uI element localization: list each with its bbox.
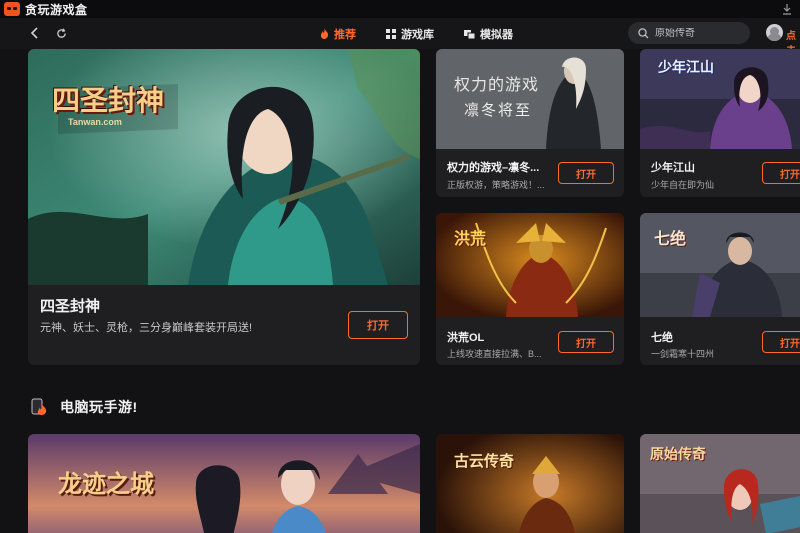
gamepad-icon [464, 29, 475, 39]
game-card-art-title: 龙迹之城 [58, 469, 154, 498]
featured-game-title: 四圣封神 [40, 298, 101, 315]
game-card[interactable]: 七绝 七绝 一剑霜寒十四州 打开 [640, 213, 800, 365]
featured-game-card[interactable]: 四圣封神 Tanwan.com 四圣封神 元神、妖士、灵枪，三分身巅峰套装开局送… [28, 49, 420, 365]
download-icon[interactable] [782, 3, 792, 15]
tab-label: 游戏库 [401, 28, 434, 41]
grid-icon [386, 28, 396, 39]
game-card-art-title: 七绝 [654, 229, 687, 248]
avatar[interactable] [766, 24, 783, 41]
fire-icon [320, 28, 329, 39]
refresh-icon [56, 27, 66, 38]
game-card-desc: 上线攻速直接拉满、B... [447, 349, 542, 359]
app-title: 贪玩游戏盒 [25, 2, 88, 17]
title-bar: 贪玩游戏盒 [0, 0, 800, 18]
game-card-art: 洪荒 [436, 213, 624, 317]
game-card-desc: 一剑霜寒十四州 [651, 349, 715, 359]
open-button[interactable]: 打开 [762, 331, 800, 353]
tab-recommend[interactable]: 推荐 [320, 26, 356, 42]
game-card-title: 洪荒OL [447, 332, 485, 344]
game-card[interactable]: 少年江山 少年江山 少年自在即为仙 打开 [640, 49, 800, 197]
open-button[interactable]: 打开 [558, 331, 614, 353]
game-card[interactable]: 龙迹之城 [28, 434, 420, 533]
game-card-desc: 少年自在即为仙 [651, 180, 715, 190]
phone-fire-icon [31, 398, 47, 415]
game-card-title: 权力的游戏–凛冬... [447, 162, 540, 174]
game-card-art-title: 少年江山 [658, 60, 714, 76]
game-card[interactable]: 原始传奇 [640, 434, 800, 533]
tab-emulator[interactable]: 模拟器 [464, 26, 513, 42]
search-icon [638, 27, 649, 38]
section-title: 电脑玩手游! [60, 399, 138, 415]
game-card-art-title: 洪荒 [454, 229, 487, 248]
game-card[interactable]: 古云传奇 [436, 434, 624, 533]
game-card-art: 权力的游戏 凛冬将至 [436, 49, 624, 149]
game-card-title: 少年江山 [651, 162, 695, 174]
game-card-art-title: 古云传奇 [454, 452, 515, 470]
game-card-art: 少年江山 [640, 49, 800, 149]
game-card-illustration [436, 434, 624, 533]
tab-label: 模拟器 [480, 28, 513, 41]
open-button[interactable]: 打开 [762, 162, 800, 184]
search-box[interactable] [628, 22, 750, 44]
featured-art-title: 四圣封神 [52, 84, 165, 117]
featured-game-desc: 元神、妖士、灵枪，三分身巅峰套装开局送! [40, 322, 253, 334]
search-input[interactable] [655, 27, 743, 39]
tab-label: 推荐 [334, 28, 356, 41]
app-logo [4, 2, 20, 16]
game-card-desc: 正版权游，策略游戏！... [447, 180, 545, 190]
chevron-left-icon [30, 27, 38, 39]
main-content: 四圣封神 Tanwan.com 四圣封神 元神、妖士、灵枪，三分身巅峰套装开局送… [0, 49, 800, 533]
game-card[interactable]: 洪荒 洪荒OL 上线攻速直接拉满、B... 打开 [436, 213, 624, 365]
featured-game-art: 四圣封神 Tanwan.com [28, 49, 420, 285]
section-header: 电脑玩手游! [30, 397, 138, 417]
game-card-art-sub: 凛冬将至 [464, 101, 533, 119]
game-card-art-title: 权力的游戏 [454, 75, 540, 94]
featured-open-button[interactable]: 打开 [348, 311, 408, 339]
tab-game-library[interactable]: 游戏库 [386, 26, 434, 42]
back-button[interactable] [26, 24, 44, 42]
game-card-art: 七绝 [640, 213, 800, 317]
refresh-button[interactable] [52, 24, 70, 42]
featured-art-sub: Tanwan.com [68, 117, 122, 127]
game-card[interactable]: 权力的游戏 凛冬将至 权力的游戏–凛冬... 正版权游，策略游戏！... 打开 [436, 49, 624, 197]
game-card-art-title: 原始传奇 [650, 447, 706, 463]
game-card-title: 七绝 [651, 332, 673, 344]
nav-bar: 推荐 游戏库 模拟器 点击 [0, 18, 800, 57]
open-button[interactable]: 打开 [558, 162, 614, 184]
main-tabs: 推荐 游戏库 模拟器 [320, 18, 543, 49]
